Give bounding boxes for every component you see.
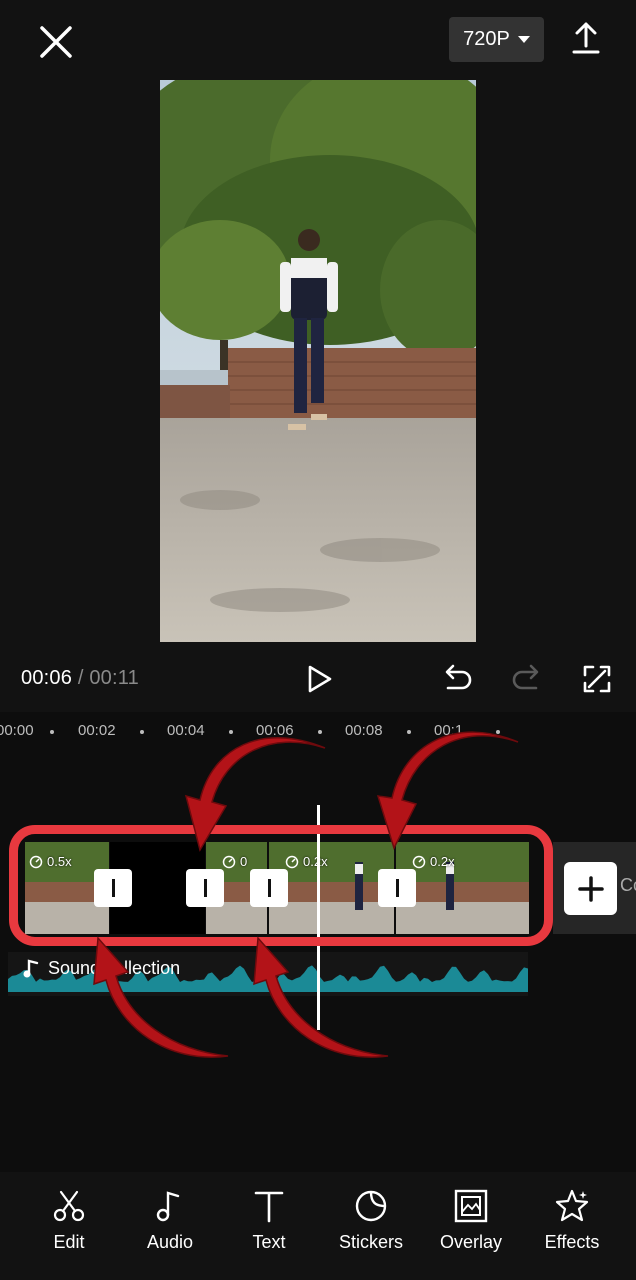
time-readout: 00:06 / 00:11 — [21, 667, 139, 690]
resolution-label: 720P — [463, 28, 510, 50]
time-separator: / — [77, 667, 84, 689]
redo-icon[interactable] — [510, 662, 544, 696]
close-icon[interactable] — [36, 22, 76, 62]
overlay-icon — [454, 1189, 488, 1223]
star-icon — [555, 1189, 589, 1222]
arrow-icon — [184, 737, 326, 852]
toolbar-effects[interactable]: Effects — [527, 1188, 617, 1253]
scissors-icon — [53, 1190, 85, 1222]
play-icon[interactable] — [302, 662, 336, 696]
toolbar-audio[interactable]: Audio — [125, 1188, 215, 1253]
current-time: 00:06 — [21, 667, 73, 689]
toolbar-overlay[interactable]: Overlay — [426, 1188, 516, 1253]
sticker-icon — [355, 1190, 387, 1222]
arrow-icon — [93, 936, 229, 1058]
resolution-dropdown[interactable]: 720P — [449, 17, 544, 62]
text-icon — [254, 1191, 284, 1223]
export-icon[interactable] — [566, 18, 606, 58]
caret-down-icon — [517, 35, 530, 43]
arrow-icon — [253, 936, 389, 1058]
music-note-icon — [156, 1191, 180, 1222]
undo-icon[interactable] — [440, 662, 474, 696]
fullscreen-icon[interactable] — [580, 662, 614, 696]
video-preview[interactable] — [160, 80, 476, 642]
arrow-icon — [376, 731, 519, 851]
toolbar-text[interactable]: Text — [224, 1188, 314, 1253]
toolbar-stickers[interactable]: Stickers — [326, 1188, 416, 1253]
total-time: 00:11 — [89, 667, 139, 689]
annotation-arrows — [93, 731, 519, 1058]
toolbar-edit[interactable]: Edit — [24, 1188, 114, 1253]
